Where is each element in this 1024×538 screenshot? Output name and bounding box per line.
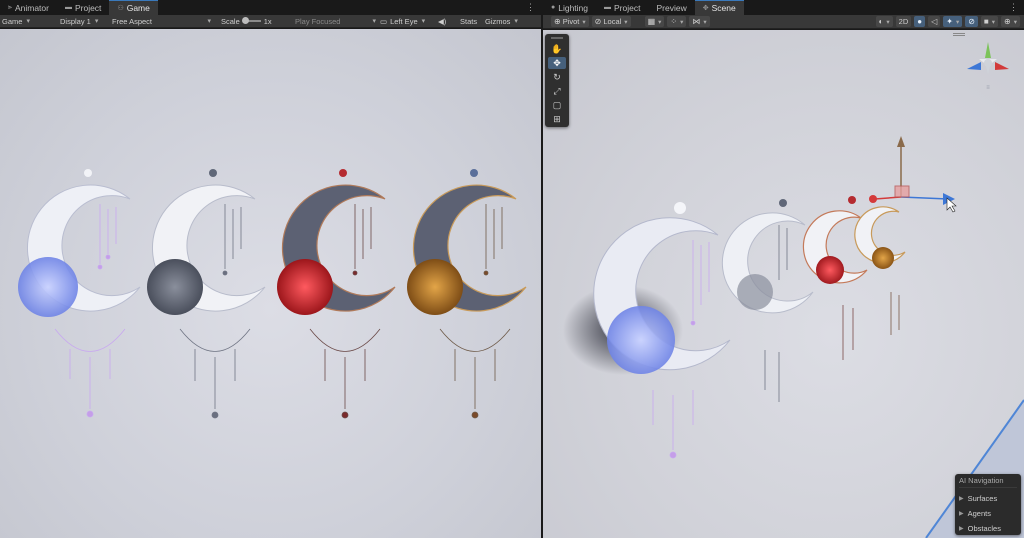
camera-dropdown[interactable]: ■	[980, 16, 999, 27]
moon-orb	[209, 169, 217, 177]
vr-icon: ▭	[380, 16, 388, 26]
lotus-red	[277, 259, 333, 315]
tab-preview[interactable]: Preview	[648, 0, 694, 15]
grid-snap-dropdown[interactable]: ▦	[644, 16, 665, 27]
grid-visibility-dropdown[interactable]: ⁘	[667, 16, 687, 27]
moon-orb	[470, 169, 478, 177]
scene-tools-overlay: ✋ ✥ ↻ ⤢ ▢ ⊞	[545, 34, 569, 127]
tab-project[interactable]: ▬ Project	[57, 0, 109, 15]
tab-scene[interactable]: ✥ Scene	[694, 0, 744, 15]
transform-tool-icon[interactable]: ⊞	[548, 113, 566, 125]
gizmos-scene-dropdown[interactable]: ⊕	[1001, 16, 1020, 27]
scale-slider[interactable]: Scale 1x	[215, 17, 295, 26]
kebab-menu-icon[interactable]: ⋮	[1003, 0, 1024, 15]
stats-button[interactable]: Stats	[460, 17, 485, 26]
moon-white-gray	[147, 169, 266, 419]
scene-moon-gold	[854, 206, 906, 335]
expand-arrow-icon: ▶	[959, 511, 964, 517]
tab-game[interactable]: ⚇ Game	[109, 0, 158, 15]
scale-tool-icon[interactable]: ⤢	[548, 85, 566, 97]
moon-orb	[84, 169, 92, 177]
game-controller-icon: ⚇	[117, 5, 124, 12]
effects-dropdown[interactable]: ✦	[943, 16, 963, 27]
expand-arrow-icon: ▶	[959, 496, 964, 502]
play-focused-dropdown[interactable]: Play Focused	[295, 17, 380, 26]
game-toolbar: Game Display 1 Free Aspect Scale 1x Play…	[0, 15, 541, 28]
moon-gray-gold	[407, 169, 527, 419]
2d-toggle[interactable]: 2D	[895, 16, 912, 27]
local-dropdown[interactable]: ⊘ Local	[591, 16, 631, 27]
lotus-gray	[147, 259, 203, 315]
scale-slider-track[interactable]	[241, 17, 261, 24]
effects-icon: ✦	[946, 16, 953, 26]
display-dropdown[interactable]: Display 1	[60, 17, 112, 26]
snap-icon: ⋈	[692, 16, 701, 26]
gizmos-dropdown[interactable]: Gizmos	[485, 17, 525, 26]
camera-icon: ■	[983, 16, 989, 26]
orientation-gizmo[interactable]: ≡	[963, 36, 1013, 96]
increment-snap-dropdown[interactable]: ⋈	[689, 16, 710, 27]
scene-moon-red	[802, 196, 868, 360]
pivot-dropdown[interactable]: ⊕ Pivot	[551, 16, 589, 27]
hidden-objects-toggle[interactable]: ⊘	[965, 16, 978, 27]
game-viewport[interactable]	[0, 29, 541, 538]
ai-nav-obstacles[interactable]: ▶ Obstacles	[959, 521, 1017, 536]
right-tab-bar: ● Lighting ▬ Project Preview ✥ Scene ⋮	[543, 0, 1024, 15]
local-icon: ⊘	[594, 16, 602, 26]
draw-mode-dropdown[interactable]: ◐	[875, 16, 893, 27]
ai-nav-agents[interactable]: ▶ Agents	[959, 506, 1017, 521]
shading-icon: ◐	[878, 16, 884, 26]
speaker-icon: ◀)	[438, 16, 447, 26]
scene-moon-white-gray	[721, 199, 814, 402]
eye-dropdown[interactable]: ▭ Left Eye	[380, 17, 438, 26]
scene-toolbar: ⊕Pivot ⊘Local ▦ ⁘ ⋈ ◐ 2D ● ◁ ✦ ⊘ ■ ⊕	[543, 15, 1024, 29]
ai-navigation-title: AI Navigation	[959, 476, 1017, 488]
grid-dots-icon: ⁘	[670, 16, 678, 26]
move-tool-gizmo[interactable]	[869, 136, 957, 213]
folder-icon: ▬	[604, 4, 612, 11]
rect-tool-icon[interactable]: ▢	[548, 99, 566, 111]
expand-arrow-icon: ▶	[959, 526, 964, 532]
hand-tool-icon[interactable]: ✋	[548, 43, 566, 55]
animator-icon: ⫸	[8, 3, 12, 11]
speaker-off-icon: ◁	[931, 16, 938, 26]
rotate-tool-icon[interactable]: ↻	[548, 71, 566, 83]
gizmo-plane-handle[interactable]	[894, 185, 910, 198]
moon-white-blue	[18, 169, 141, 418]
folder-icon: ▬	[64, 4, 72, 11]
lighting-toggle[interactable]: ●	[914, 16, 926, 27]
tab-lighting[interactable]: ● Lighting	[543, 0, 596, 15]
scene-icon: ✥	[702, 5, 709, 12]
gizmo-sphere-icon: ⊕	[1004, 16, 1011, 26]
move-tool-icon[interactable]: ✥	[548, 57, 566, 69]
scene-viewport[interactable]: ✋ ✥ ↻ ⤢ ▢ ⊞ ≡ AI Navigation ▶ Surfaces ▶ A…	[543, 30, 1024, 538]
lotus-gold	[407, 259, 463, 315]
pivot-icon: ⊕	[554, 16, 561, 26]
ai-nav-surfaces[interactable]: ▶ Surfaces	[959, 491, 1017, 506]
lotus-blue	[18, 257, 78, 317]
game-view-render	[18, 169, 527, 419]
game-mode-dropdown[interactable]: Game	[0, 17, 60, 26]
audio-toggle[interactable]: ◁	[928, 16, 941, 27]
lightbulb-icon: ●	[917, 16, 923, 26]
scene-moon-white-blue	[593, 202, 731, 459]
tab-project-right[interactable]: ▬ Project	[596, 0, 648, 15]
tab-animator[interactable]: ⫸ Animator	[0, 0, 57, 15]
scale-slider-knob[interactable]	[241, 17, 249, 24]
left-tab-bar: ⫸ Animator ▬ Project ⚇ Game ⋮	[0, 0, 541, 15]
scene-view-render	[563, 136, 1024, 538]
ai-navigation-overlay: AI Navigation ▶ Surfaces ▶ Agents ▶ Obstacl…	[955, 474, 1021, 535]
lightbulb-icon: ●	[551, 4, 556, 11]
svg-text:≡: ≡	[986, 85, 990, 91]
grid-icon: ▦	[647, 16, 656, 26]
moon-gray-red	[277, 169, 396, 419]
eye-slash-icon: ⊘	[968, 16, 975, 26]
aspect-dropdown[interactable]: Free Aspect	[112, 17, 215, 26]
mute-audio-button[interactable]: ◀)	[438, 17, 460, 26]
kebab-menu-icon[interactable]: ⋮	[520, 0, 541, 15]
drag-handle[interactable]	[551, 37, 563, 39]
unity-editor: ⫸ Animator ▬ Project ⚇ Game ⋮ ● Lighting ▬ Pr…	[0, 0, 1024, 538]
moon-orb	[339, 169, 347, 177]
